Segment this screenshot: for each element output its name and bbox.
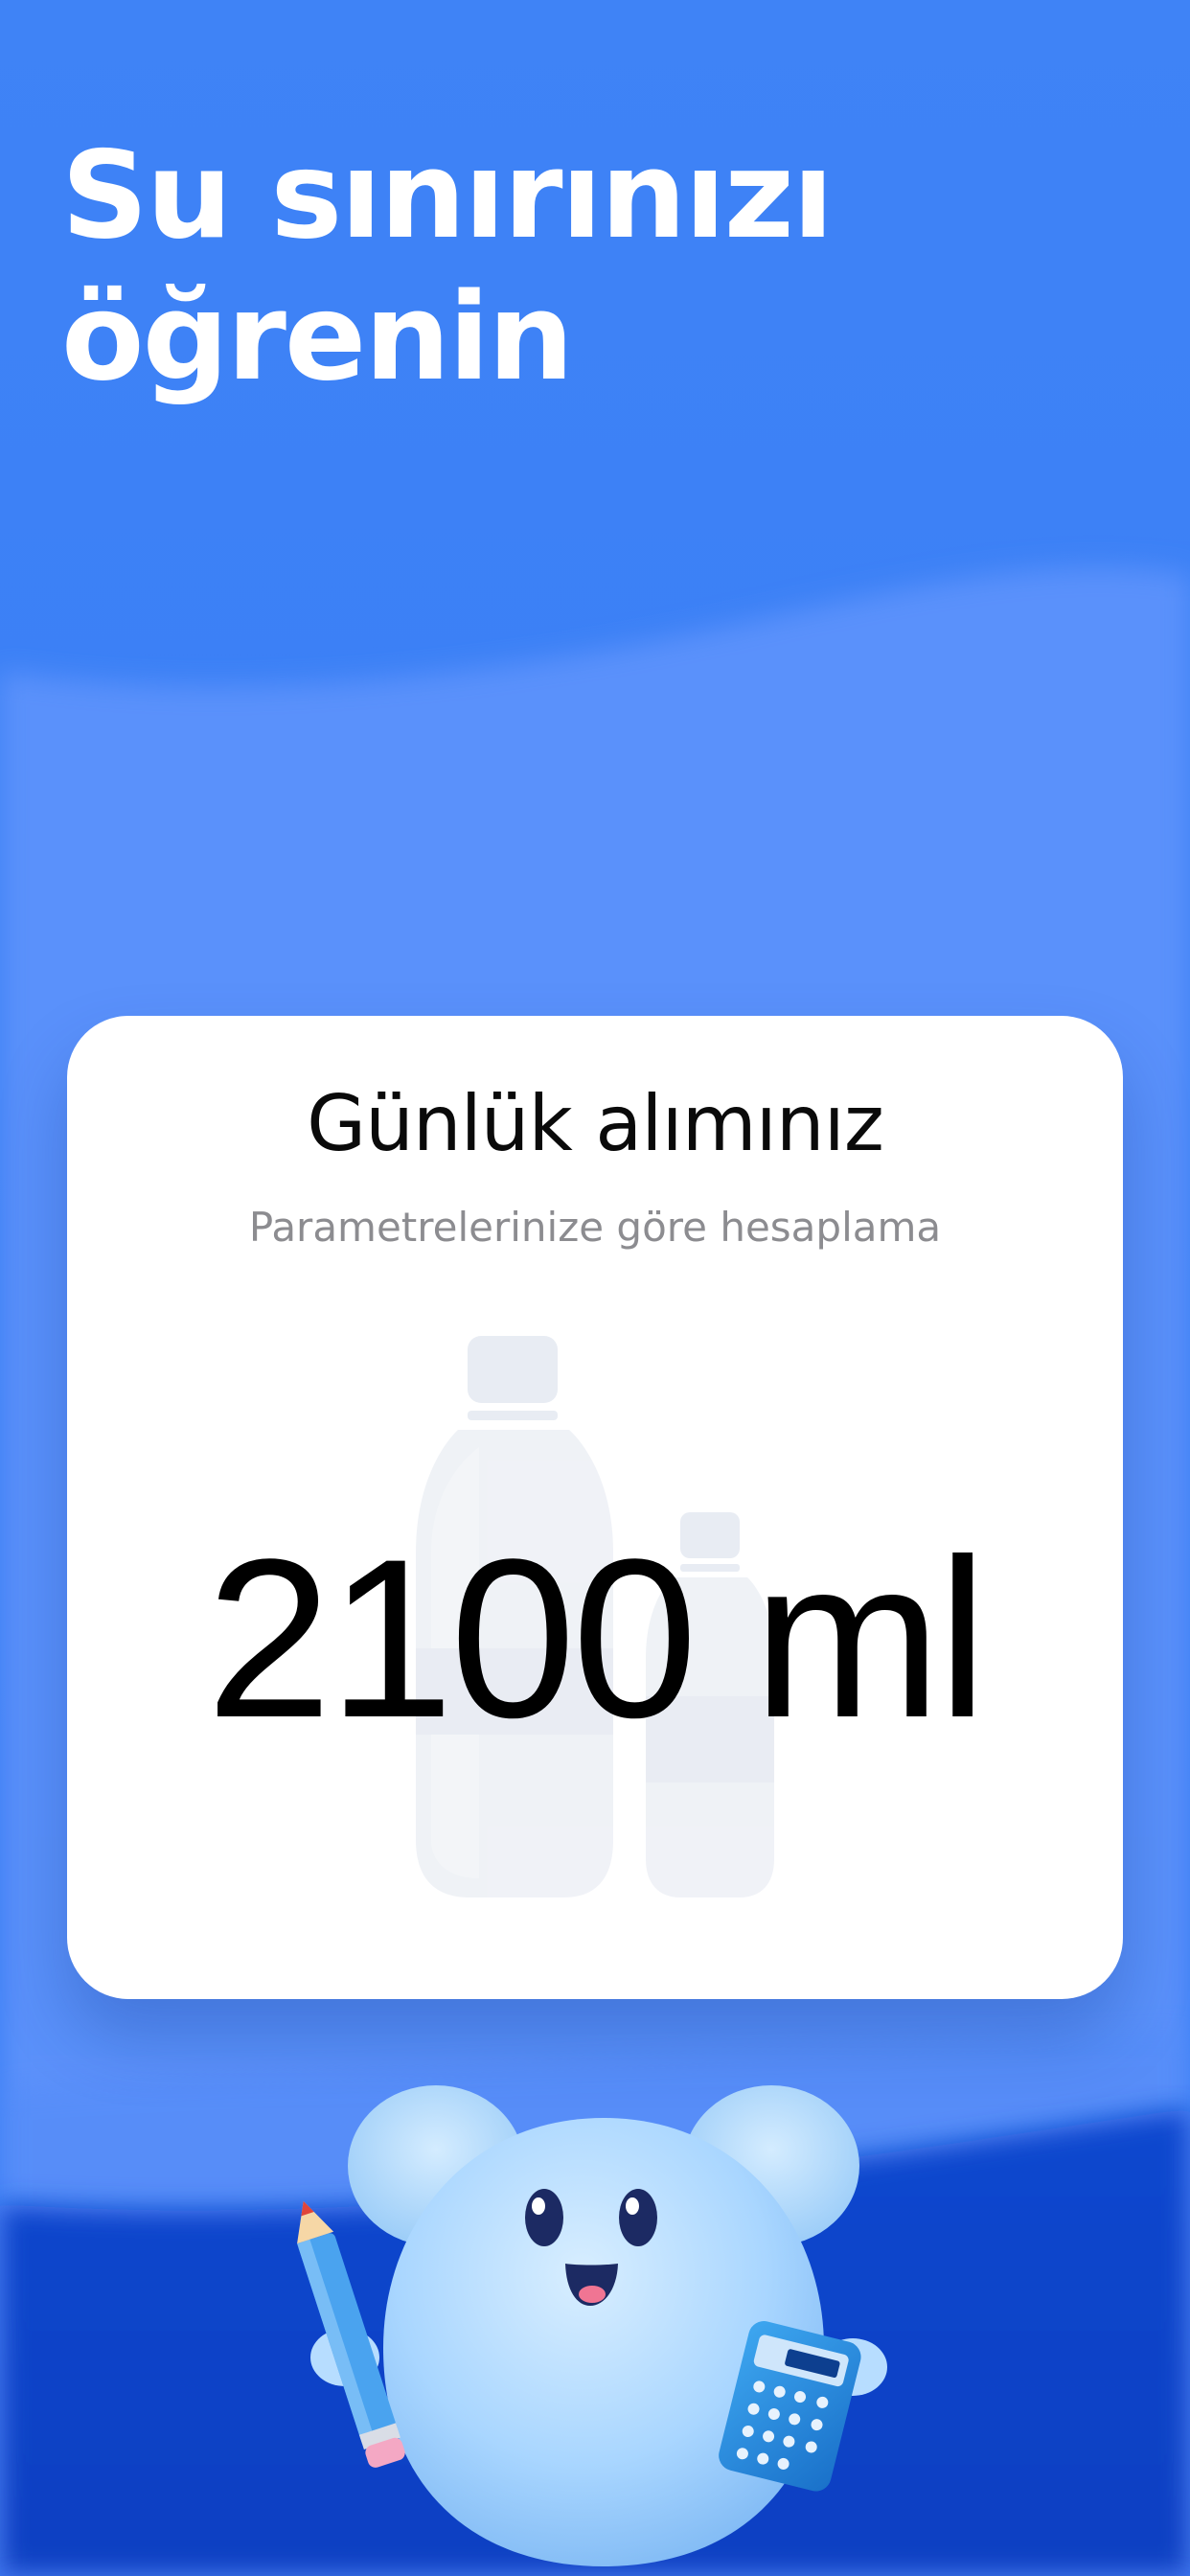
water-drop-mascot	[297, 2085, 887, 2566]
card-subtitle: Parametrelerinize göre hesaplama	[248, 1204, 942, 1251]
page-title-line-2: öğrenin	[61, 266, 574, 407]
daily-amount-value: 2100 ml	[206, 1512, 988, 1765]
daily-intake-card: Günlük alımınız Parametrelerinize göre h…	[67, 1016, 1123, 1999]
page-title-line-1: Su sınırınızı	[61, 125, 834, 265]
onboarding-screen: Su sınırınızı öğrenin Günlük alımınız Pa…	[0, 0, 1190, 2576]
page-title: Su sınırınızı öğrenin	[61, 125, 1115, 408]
card-title: Günlük alımınız	[307, 1079, 884, 1168]
